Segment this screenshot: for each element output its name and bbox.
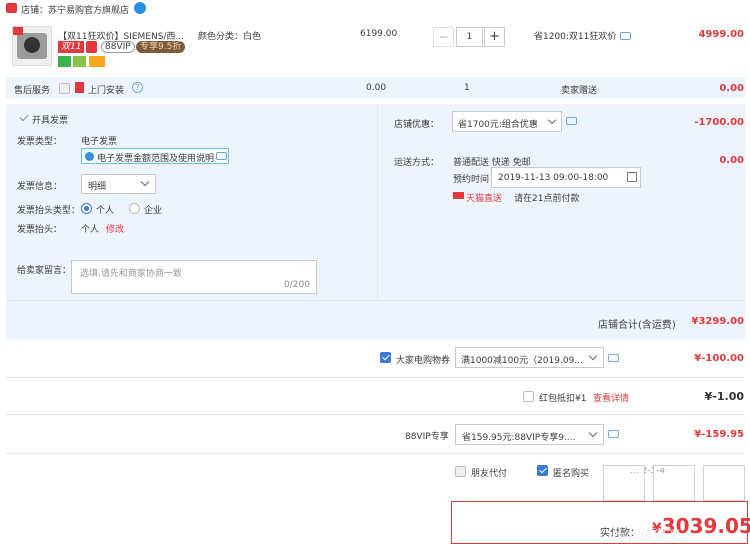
qty-plus-button[interactable]: + bbox=[484, 27, 505, 47]
invoice-edit-link[interactable]: 修改 bbox=[106, 222, 124, 235]
coupon-label: 大家电购物券 bbox=[396, 356, 451, 366]
help-icon[interactable]: ? bbox=[132, 82, 143, 93]
service-qty: 1 bbox=[464, 83, 470, 93]
invoice-type-label: 发票类型： bbox=[17, 137, 63, 147]
guarantee-icon bbox=[73, 56, 86, 67]
radio-personal[interactable] bbox=[81, 203, 92, 214]
product-thumbnail[interactable] bbox=[12, 26, 52, 66]
chat-icon[interactable] bbox=[620, 32, 631, 40]
invoice-info-label: 发票信息： bbox=[17, 182, 63, 192]
radio-personal-label: 个人 bbox=[96, 206, 115, 216]
shop-promo-label: 店铺优惠： bbox=[394, 120, 440, 130]
shipping-amount: 0.00 bbox=[719, 155, 744, 166]
chat-icon[interactable] bbox=[134, 2, 146, 14]
chevron-down-icon bbox=[588, 351, 598, 361]
message-counter: 0/200 bbox=[284, 280, 310, 290]
coupon-select[interactable]: 满1000减100元（2019.09... bbox=[455, 347, 604, 368]
chevron-down-icon bbox=[140, 177, 150, 187]
badge-vip-discount: 专享9.5折 bbox=[136, 41, 186, 53]
redpacket-label: 红包抵扣¥1 bbox=[539, 394, 587, 404]
watermark-logo bbox=[600, 462, 750, 502]
chat-icon[interactable] bbox=[566, 117, 577, 125]
delivery-time-label: 预约时间 bbox=[453, 175, 490, 185]
watermark-text: 什么值得买 bbox=[612, 528, 683, 542]
vip-select[interactable]: 省159.95元:88VIP专享9.... bbox=[455, 424, 604, 445]
shield-icon bbox=[86, 41, 97, 53]
shop-header: 店铺：苏宁易购官方旗舰店 bbox=[21, 3, 129, 16]
shop-total-amount: ¥3299.00 bbox=[691, 316, 744, 327]
shop-name[interactable]: 苏宁易购官方旗舰店 bbox=[48, 6, 129, 16]
vip-label: 88VIP专享 bbox=[405, 432, 449, 442]
invoice-note-text: 电子发票金额范围及使用说明 bbox=[97, 154, 215, 164]
service-price: 0.00 bbox=[366, 83, 387, 93]
service-label: 售后服务 bbox=[14, 86, 51, 96]
calendar-icon bbox=[627, 172, 637, 182]
invoice-header-type-label: 发票抬头类型： bbox=[17, 206, 81, 216]
promo-text: 省1200:双11狂欢价 bbox=[534, 32, 617, 42]
friend-pay-checkbox[interactable] bbox=[455, 466, 466, 477]
coupon-amount: ¥-100.00 bbox=[694, 353, 744, 364]
info-icon bbox=[85, 152, 94, 161]
divider bbox=[6, 414, 745, 415]
divider bbox=[6, 453, 745, 454]
qty-minus-button[interactable]: − bbox=[433, 27, 454, 47]
chat-icon[interactable] bbox=[608, 354, 619, 362]
redpacket-amount: ¥-1.00 bbox=[704, 390, 744, 403]
anonymous-checkbox[interactable] bbox=[537, 465, 548, 476]
invoice-type-value: 电子发票 bbox=[81, 137, 118, 147]
service-subtotal: 0.00 bbox=[719, 83, 744, 94]
shipping-label: 运送方式： bbox=[394, 158, 440, 168]
gift-label: 卖家赠送 bbox=[561, 86, 598, 96]
shop-promo-amount: -1700.00 bbox=[694, 117, 744, 128]
chat-icon[interactable] bbox=[608, 430, 619, 438]
invoice-info-select[interactable]: 明细 bbox=[81, 174, 156, 194]
anonymous-label: 匿名购买 bbox=[553, 469, 590, 479]
qty-input[interactable]: 1 bbox=[456, 27, 483, 47]
invoice-info-value: 明细 bbox=[88, 182, 107, 192]
pay-deadline-note: 请在21点前付款 bbox=[514, 194, 580, 204]
message-label: 给卖家留言： bbox=[17, 266, 72, 276]
message-textarea[interactable]: 选填,请先和商家协商一致 0/200 bbox=[71, 260, 317, 294]
vip-value: 省159.95元:88VIP专享9.... bbox=[462, 433, 576, 443]
invoice-header-value: 个人 bbox=[81, 225, 100, 235]
chevron-down-icon bbox=[588, 428, 598, 438]
badge-sale: 双11 bbox=[58, 41, 85, 53]
invoice-toggle[interactable]: 开具发票 bbox=[32, 113, 68, 126]
delivery-time-picker[interactable]: 2019-11-13 09:00-18:00 bbox=[491, 167, 641, 188]
product-attr: 颜色分类：白色 bbox=[198, 32, 262, 42]
install-icon bbox=[75, 82, 84, 93]
delivery-time-value: 2019-11-13 09:00-18:00 bbox=[498, 173, 609, 183]
redpacket-details-link[interactable]: 查看详情 bbox=[593, 391, 629, 404]
coupon-value: 满1000减100元（2019.09... bbox=[461, 356, 583, 366]
radio-company-label: 企业 bbox=[144, 206, 163, 216]
service-option: 上门安装 bbox=[88, 86, 125, 96]
tmall-direct-tag: 天猫直送 bbox=[466, 194, 503, 204]
shop-promo-value: 省1700元:组合优惠 bbox=[458, 120, 538, 130]
divider bbox=[6, 377, 745, 378]
shop-icon bbox=[6, 3, 17, 13]
vip-amount: ¥-159.95 bbox=[694, 429, 744, 440]
unit-price: 6199.00 bbox=[360, 29, 398, 39]
truck-icon bbox=[453, 192, 464, 199]
item-subtotal: 4999.00 bbox=[698, 29, 744, 40]
badge-88vip: 88VIP bbox=[101, 41, 135, 53]
message-placeholder: 选填,请先和商家协商一致 bbox=[80, 269, 182, 279]
divider bbox=[6, 300, 745, 301]
shop-promo-select[interactable]: 省1700元:组合优惠 bbox=[452, 111, 562, 132]
shop-total-label: 店铺合计(含运费) bbox=[598, 320, 676, 331]
chevron-down-icon bbox=[547, 115, 557, 125]
invoice-header-label: 发票抬头： bbox=[17, 225, 63, 235]
chat-icon bbox=[216, 152, 227, 160]
shop-label: 店铺： bbox=[21, 6, 49, 16]
coupon-checkbox[interactable] bbox=[380, 352, 391, 363]
seven-day-return-icon bbox=[58, 56, 71, 67]
redpacket-checkbox[interactable] bbox=[523, 391, 534, 402]
service-checkbox[interactable] bbox=[59, 83, 70, 94]
radio-company[interactable] bbox=[129, 203, 140, 214]
credit-card-icon bbox=[89, 56, 105, 67]
panel-divider bbox=[377, 104, 378, 300]
friend-pay-label: 朋友代付 bbox=[471, 469, 508, 479]
invoice-note[interactable]: 电子发票金额范围及使用说明 bbox=[81, 148, 229, 164]
